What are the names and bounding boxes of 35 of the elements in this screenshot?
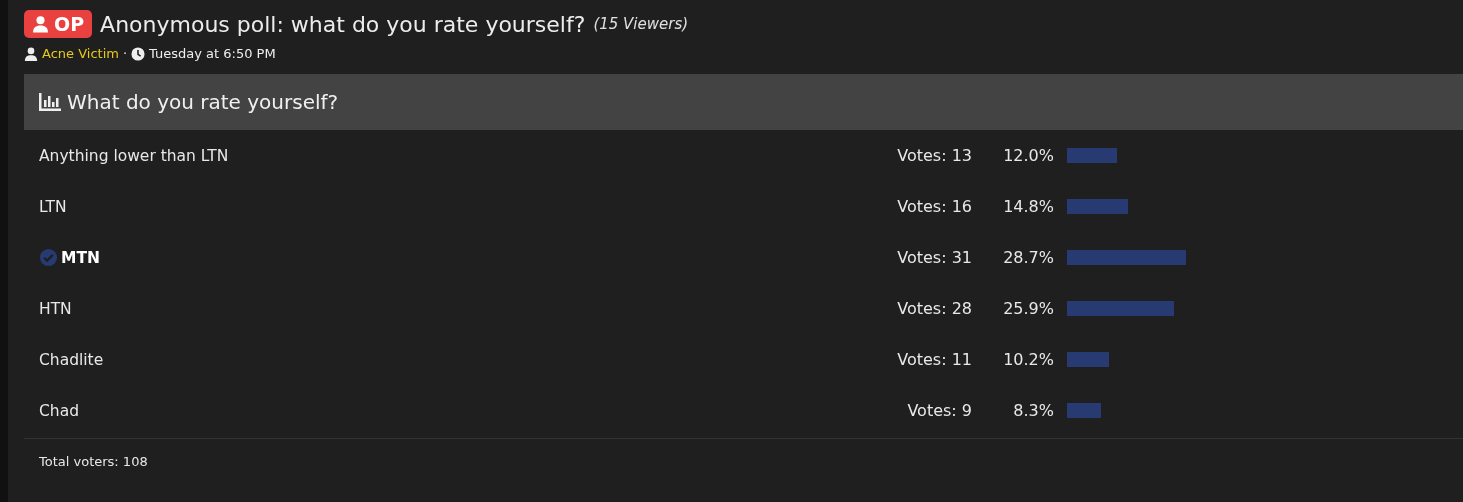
op-badge: OP	[24, 10, 93, 38]
bar-chart-icon	[39, 93, 61, 111]
option-label: LTN	[39, 197, 67, 216]
user-icon	[32, 15, 49, 33]
check-circle-icon	[39, 248, 58, 267]
vote-percent: 8.3%	[1012, 401, 1054, 420]
clock-icon	[131, 46, 146, 61]
option-label: Anything lower than LTN	[39, 146, 229, 165]
user-icon	[24, 46, 38, 61]
viewer-count: (15 Viewers)	[593, 15, 689, 33]
result-bar	[1067, 403, 1102, 418]
result-bar	[1067, 199, 1129, 214]
total-voters: Total voters: 108	[39, 454, 148, 469]
vote-percent: 14.8%	[1002, 197, 1054, 216]
option-label: Chadlite	[39, 350, 104, 369]
post-time: Tuesday at 6:50 PM	[149, 46, 276, 61]
vote-count: Votes: 28	[896, 299, 972, 318]
thread-title: Anonymous poll: what do you rate yourself?	[100, 11, 586, 37]
vote-count: Votes: 9	[906, 401, 972, 420]
vote-percent: 25.9%	[1002, 299, 1054, 318]
separator: ·	[122, 46, 128, 61]
vote-count: Votes: 13	[896, 146, 972, 165]
option-label: Chad	[39, 401, 79, 420]
vote-count: Votes: 11	[896, 350, 972, 369]
vote-count: Votes: 16	[896, 197, 972, 216]
option-label: MTN	[61, 248, 100, 267]
result-bar	[1067, 148, 1117, 163]
option-label: HTN	[39, 299, 72, 318]
vote-percent: 28.7%	[1002, 248, 1054, 267]
vote-percent: 10.2%	[1002, 350, 1054, 369]
vote-percent: 12.0%	[1002, 146, 1054, 165]
poll-question: What do you rate yourself?	[67, 90, 339, 114]
author-link[interactable]: Acne Victim	[42, 46, 119, 61]
vote-count: Votes: 31	[896, 248, 972, 267]
result-bar	[1067, 352, 1110, 367]
